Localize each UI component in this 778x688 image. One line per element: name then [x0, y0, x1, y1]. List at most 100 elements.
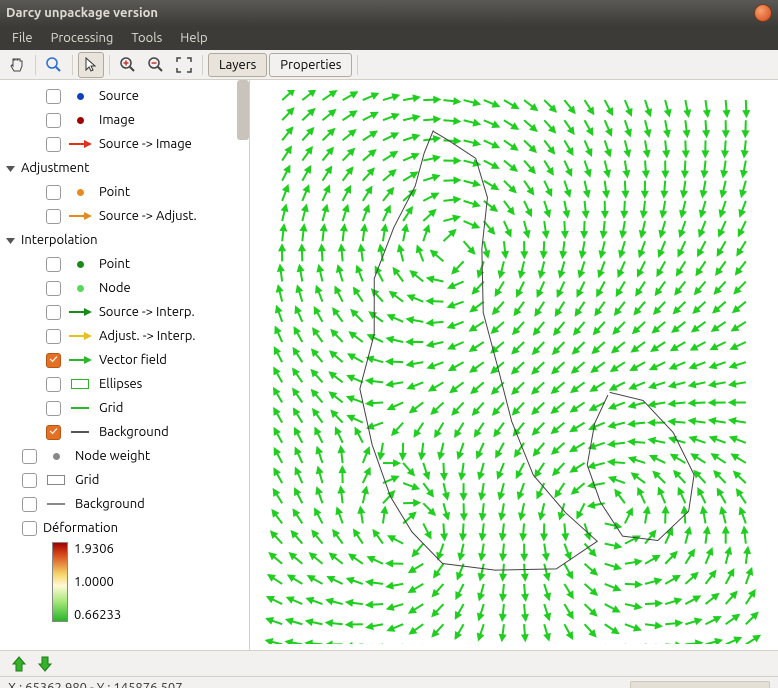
zoom-out-button[interactable]: [143, 52, 169, 78]
group-label: Interpolation: [21, 233, 98, 247]
close-button[interactable]: [754, 4, 772, 22]
checkbox[interactable]: [46, 305, 61, 320]
checkbox[interactable]: [46, 89, 61, 104]
checkbox[interactable]: [46, 401, 61, 416]
checkbox[interactable]: [46, 113, 61, 128]
checkbox[interactable]: [46, 257, 61, 272]
group-adjustment[interactable]: Adjustment: [2, 156, 247, 180]
layers-panel: Source Image Source -> Image Adjustment: [0, 80, 250, 650]
arrow-icon: [67, 352, 93, 368]
toolbar-separator: [202, 55, 203, 75]
line-icon: [43, 496, 69, 512]
checkbox[interactable]: [46, 137, 61, 152]
toolbar: Layers Properties: [0, 50, 778, 80]
layer-interp-node[interactable]: Node: [2, 276, 247, 300]
toolbar-separator: [109, 55, 110, 75]
layer-label: Image: [99, 113, 135, 127]
checkbox[interactable]: [46, 281, 61, 296]
line-icon: [67, 424, 93, 440]
layer-interp-background[interactable]: Background: [2, 420, 247, 444]
layer-grid[interactable]: Grid: [2, 468, 247, 492]
layer-source-adjust[interactable]: Source -> Adjust.: [2, 204, 247, 228]
toolbar-separator: [72, 55, 73, 75]
vector-field-canvas: [262, 90, 766, 644]
select-tool-button[interactable]: [78, 52, 104, 78]
layer-label: Source -> Image: [99, 137, 192, 151]
group-interpolation[interactable]: Interpolation: [2, 228, 247, 252]
layer-deformation[interactable]: Déformation: [2, 516, 247, 540]
layer-source-interp[interactable]: Source -> Interp.: [2, 300, 247, 324]
layer-adjust-interp[interactable]: Adjust. -> Interp.: [2, 324, 247, 348]
checkbox[interactable]: [46, 185, 61, 200]
layer-label: Point: [99, 185, 130, 199]
layer-label: Adjust. -> Interp.: [99, 329, 195, 343]
point-icon: [67, 280, 93, 296]
layer-interp-grid[interactable]: Grid: [2, 396, 247, 420]
move-up-button[interactable]: [10, 655, 28, 673]
tab-layers[interactable]: Layers: [208, 53, 267, 77]
layer-background[interactable]: Background: [2, 492, 247, 516]
fit-view-button[interactable]: [171, 52, 197, 78]
rect-icon: [67, 376, 93, 392]
layer-label: Source: [99, 89, 139, 103]
layer-label: Ellipses: [99, 377, 142, 391]
legend-mid: 1.0000: [74, 575, 121, 589]
statusbar: X : 65362.980 - Y : 145876.507: [0, 676, 778, 688]
toolbar-separator: [357, 55, 358, 75]
tab-properties[interactable]: Properties: [269, 53, 352, 77]
point-icon: [67, 112, 93, 128]
chevron-down-icon: [6, 164, 15, 173]
layer-vector-field[interactable]: Vector field: [2, 348, 247, 372]
zoom-tool-button[interactable]: [41, 52, 67, 78]
checkbox[interactable]: [22, 521, 37, 536]
pan-tool-button[interactable]: [4, 52, 30, 78]
move-down-button[interactable]: [36, 655, 54, 673]
window-title: Darcy unpackage version: [6, 6, 754, 20]
layer-image[interactable]: Image: [2, 108, 247, 132]
point-icon: [43, 448, 69, 464]
layer-label: Node weight: [75, 449, 150, 463]
titlebar: Darcy unpackage version: [0, 0, 778, 26]
checkbox-checked[interactable]: [46, 425, 61, 440]
menu-file[interactable]: File: [4, 29, 41, 47]
arrow-icon: [67, 304, 93, 320]
layer-label: Vector field: [99, 353, 167, 367]
scrollbar[interactable]: [237, 80, 249, 140]
arrow-icon: [67, 208, 93, 224]
layer-interp-point[interactable]: Point: [2, 252, 247, 276]
coordinates-readout: X : 65362.980 - Y : 145876.507: [8, 681, 183, 688]
zoom-in-button[interactable]: [115, 52, 141, 78]
layer-node-weight[interactable]: Node weight: [2, 444, 247, 468]
checkbox[interactable]: [22, 473, 37, 488]
layer-adjustment-point[interactable]: Point: [2, 180, 247, 204]
status-grip: [630, 681, 770, 688]
checkbox[interactable]: [22, 449, 37, 464]
layer-source-image[interactable]: Source -> Image: [2, 132, 247, 156]
layer-label: Node: [99, 281, 131, 295]
layer-label: Point: [99, 257, 130, 271]
layer-source[interactable]: Source: [2, 84, 247, 108]
checkbox[interactable]: [22, 497, 37, 512]
point-icon: [67, 88, 93, 104]
layer-label: Background: [99, 425, 169, 439]
point-icon: [67, 184, 93, 200]
arrow-icon: [67, 136, 93, 152]
checkbox[interactable]: [46, 377, 61, 392]
color-legend: 1.9306 1.0000 0.66233: [52, 542, 247, 622]
layer-ellipses[interactable]: Ellipses: [2, 372, 247, 396]
layer-label: Grid: [99, 401, 123, 415]
map-viewport[interactable]: [250, 80, 778, 650]
menu-processing[interactable]: Processing: [43, 29, 122, 47]
checkbox-checked[interactable]: [46, 353, 61, 368]
line-icon: [67, 400, 93, 416]
legend-min: 0.66233: [74, 608, 121, 622]
rect-icon: [43, 472, 69, 488]
checkbox[interactable]: [46, 209, 61, 224]
checkbox[interactable]: [46, 329, 61, 344]
layer-label: Grid: [75, 473, 99, 487]
menu-help[interactable]: Help: [172, 29, 215, 47]
layer-label: Background: [75, 497, 145, 511]
layer-label: Source -> Adjust.: [99, 209, 197, 223]
menu-tools[interactable]: Tools: [123, 29, 170, 47]
legend-max: 1.9306: [74, 542, 121, 556]
